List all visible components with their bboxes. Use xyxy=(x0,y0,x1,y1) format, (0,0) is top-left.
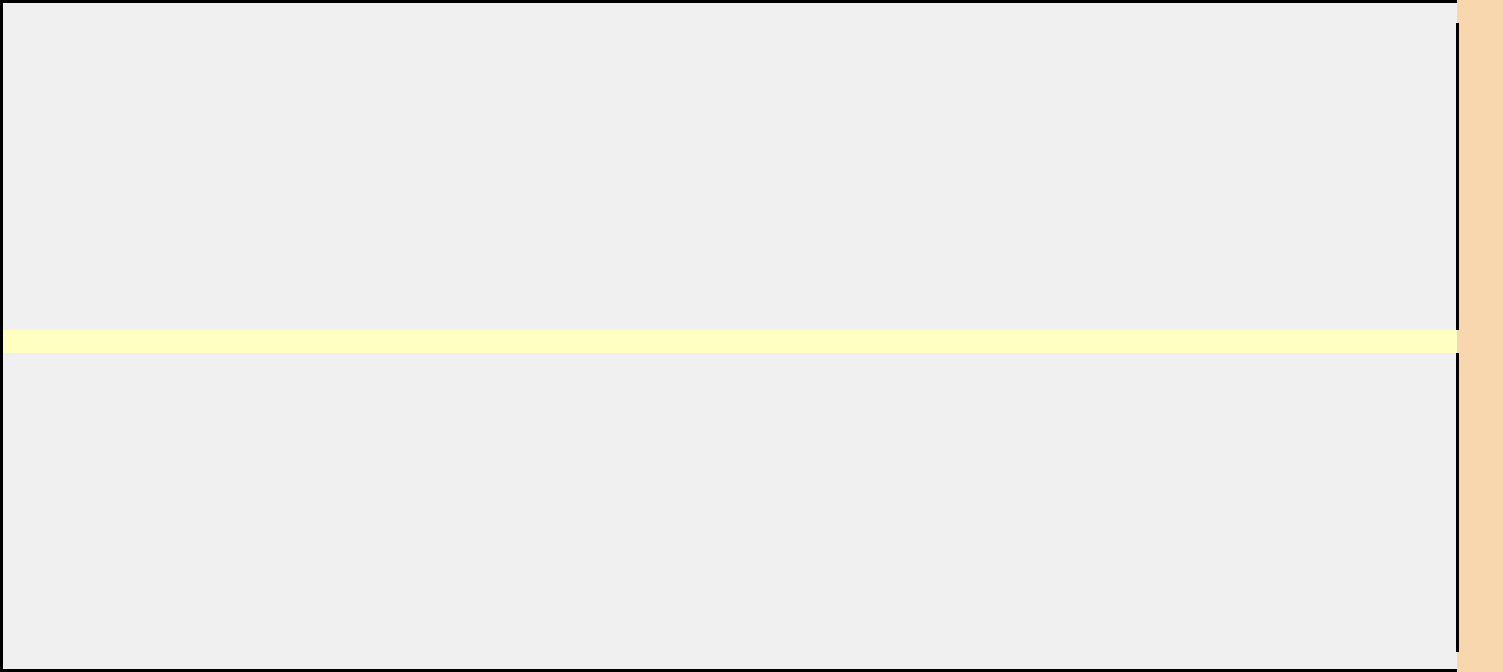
mhz-label xyxy=(1461,334,1501,349)
freq-axis-line-bottom xyxy=(1456,353,1459,652)
time-axis-band xyxy=(3,330,1457,353)
lcp-spectrogram xyxy=(17,353,1457,652)
spectrograph-window xyxy=(0,0,1503,672)
rcp-panel-label xyxy=(1,116,17,236)
utc-label xyxy=(37,334,73,349)
hour-label-first xyxy=(10,334,36,349)
rcp-spectrogram xyxy=(17,23,1457,330)
lcp-panel-label xyxy=(1,442,17,562)
freq-axis-line-top xyxy=(1456,23,1459,330)
